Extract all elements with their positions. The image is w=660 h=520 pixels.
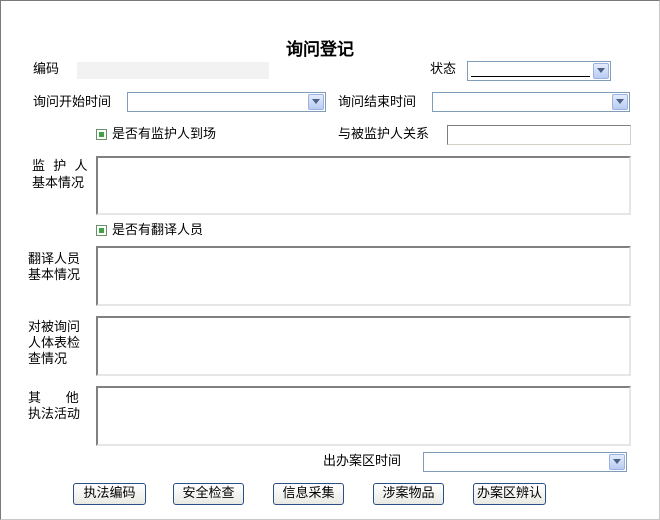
start-time-select[interactable] [127,92,326,112]
end-time-value [436,95,607,109]
translator-info-label-1: 翻译人员 [28,252,81,267]
body-check-label-1: 对被询问 [28,320,81,335]
guardian-relation-input[interactable] [447,125,631,145]
translator-info-label-2: 基本情况 [28,268,81,283]
translator-present-checkbox[interactable] [96,225,107,236]
translator-info-textarea[interactable] [96,246,631,306]
body-check-textarea[interactable] [96,316,631,376]
code-label: 编码 [33,62,60,77]
exit-time-value [427,455,604,469]
guardian-info-textarea[interactable] [96,156,631,215]
case-items-button[interactable]: 涉案物品 [373,483,444,505]
end-time-label: 询问结束时间 [338,95,417,110]
translator-present-label: 是否有翻译人员 [112,223,204,238]
end-time-select[interactable] [432,92,630,112]
case-area-identify-button[interactable]: 办案区辨认 [473,483,546,505]
exit-time-label: 出办案区时间 [323,454,402,469]
exit-time-select[interactable] [423,452,627,472]
status-label: 状态 [430,62,457,77]
guardian-info-label-1: 监 护 人 [32,159,88,174]
chevron-down-icon[interactable] [612,94,628,110]
body-check-label-2: 人体表检 [28,336,81,351]
info-collect-button[interactable]: 信息采集 [273,483,344,505]
guardian-relation-label: 与被监护人关系 [338,127,430,142]
guardian-present-checkbox[interactable] [96,129,107,140]
other-activity-textarea[interactable] [96,386,631,446]
enforcement-code-button[interactable]: 执法编码 [73,483,146,505]
status-select[interactable] [467,61,611,81]
body-check-label-3: 查情况 [28,352,68,367]
start-time-value [131,95,303,109]
chevron-down-icon[interactable] [308,94,324,110]
safety-check-button[interactable]: 安全检查 [173,483,244,505]
code-field [77,62,269,79]
other-label-2: 执法活动 [28,407,81,422]
guardian-present-label: 是否有监护人到场 [112,127,217,142]
guardian-info-label-2: 基本情况 [32,176,85,191]
other-label-1: 其 他 [28,391,79,406]
start-time-label: 询问开始时间 [33,95,112,110]
page-title: 询问登记 [286,40,354,60]
chevron-down-icon[interactable] [609,454,625,470]
chevron-down-icon[interactable] [593,63,609,79]
status-underline [471,76,590,77]
